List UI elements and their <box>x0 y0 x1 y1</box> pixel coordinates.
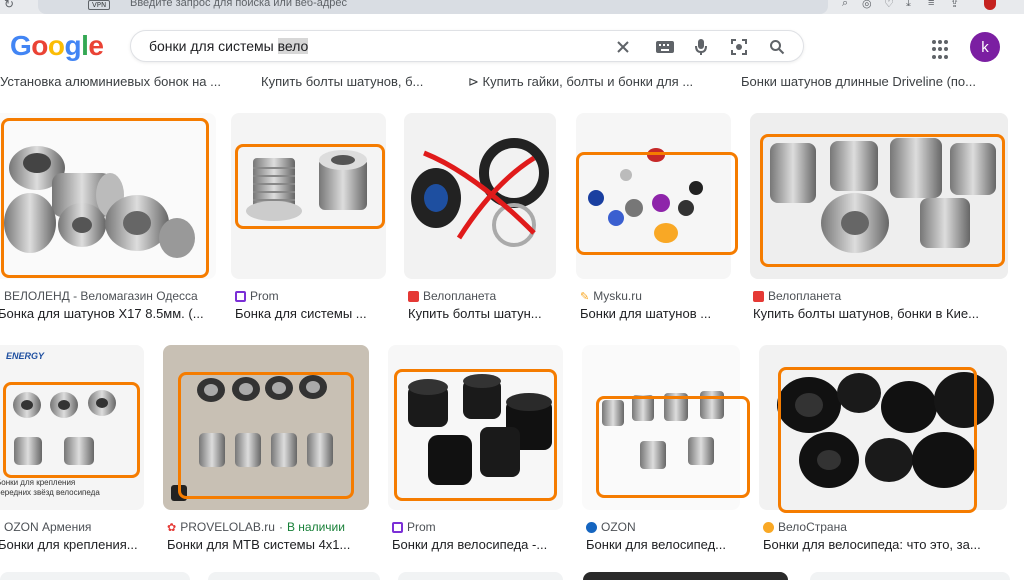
result-source[interactable]: ВелоСтрана <box>763 520 847 534</box>
result-title[interactable]: Бонки для крепления... <box>0 537 148 552</box>
result-title[interactable]: Установка алюминиевых бонок на ... <box>0 74 240 89</box>
microphone-icon[interactable] <box>689 35 713 59</box>
result-thumbnail[interactable] <box>583 572 788 580</box>
result-source[interactable]: ВЕЛОЛЕНД - Веломагазин Одесса <box>4 289 198 303</box>
highlight-box <box>394 369 557 501</box>
search-box[interactable]: бонки для системы вело <box>130 30 804 62</box>
result-source[interactable]: ✿ PROVELOLAB.ru · В наличии <box>167 520 345 534</box>
browser-toolbar: ↻ VPN Введите запрос для поиска или веб-… <box>0 0 1024 14</box>
highlight-box <box>778 367 977 513</box>
omnibox[interactable]: VPN Введите запрос для поиска или веб-ад… <box>38 0 828 14</box>
prom-icon <box>392 521 403 533</box>
gear-icon: ✿ <box>167 521 177 534</box>
ozon-icon <box>586 521 597 533</box>
heart-icon[interactable]: ♡ <box>884 0 894 10</box>
logo-letter: G <box>10 30 32 61</box>
google-logo[interactable]: Google <box>10 30 104 62</box>
prom-icon <box>235 290 246 302</box>
avatar[interactable]: k <box>970 32 1000 62</box>
image-caption: Бонки для крепления <box>0 478 75 487</box>
velostrana-icon <box>763 521 774 533</box>
omnibox-placeholder: Введите запрос для поиска или веб-адрес <box>130 0 348 9</box>
velo-planeta-icon <box>408 290 419 302</box>
search-input[interactable]: бонки для системы вело <box>149 38 309 54</box>
logo-letter: e <box>88 30 104 61</box>
image-caption: передних звёзд велосипеда <box>0 488 100 497</box>
google-apps-icon[interactable] <box>932 40 952 60</box>
result-source[interactable]: ✎ Mysku.ru <box>580 289 642 303</box>
result-source[interactable]: OZON Армения <box>4 520 91 534</box>
logo-letter: o <box>47 30 65 61</box>
menu-icon[interactable]: ≡ <box>928 0 934 9</box>
highlight-box <box>178 372 354 499</box>
result-title[interactable]: Купить болты шатунов, бонки в Кие... <box>753 306 1013 321</box>
result-thumbnail[interactable] <box>208 572 380 580</box>
result-thumbnail[interactable] <box>404 113 556 279</box>
result-title[interactable]: Бонка для шатунов X17 8.5мм. (... <box>0 306 214 321</box>
result-title[interactable]: Купить болты шатун... <box>408 306 558 321</box>
logo-letter: o <box>31 30 48 61</box>
search-icon[interactable]: ⌕ <box>842 0 848 10</box>
reload-icon[interactable]: ↻ <box>4 0 14 11</box>
availability-badge: В наличии <box>286 520 345 534</box>
vpn-badge[interactable]: VPN <box>88 0 111 10</box>
result-title[interactable]: Бонка для системы ... <box>235 306 385 321</box>
result-title[interactable]: ⊳ Купить гайки, болты и бонки для ... <box>468 74 718 90</box>
result-title[interactable]: Бонки шатунов длинные Driveline (по... <box>741 74 1024 89</box>
result-thumbnail[interactable] <box>0 572 190 580</box>
result-source[interactable]: Велопланета <box>408 289 496 303</box>
result-title[interactable]: Бонки для велосипеда: что это, за... <box>763 537 1013 552</box>
clear-icon[interactable] <box>611 35 635 59</box>
result-thumbnail[interactable] <box>398 572 563 580</box>
download-icon[interactable]: ⤓ <box>906 0 911 10</box>
highlight-box <box>760 134 1005 267</box>
result-source[interactable]: Велопланета <box>753 289 841 303</box>
result-title[interactable]: Бонки для МТВ системы 4х1... <box>167 537 372 552</box>
google-header: Google бонки для системы вело <box>0 14 1024 68</box>
share-icon[interactable]: ⇪ <box>950 0 959 10</box>
result-title[interactable]: Бонки для шатунов ... <box>580 306 730 321</box>
highlight-box <box>1 118 209 278</box>
result-title[interactable]: Купить болты шатунов, б... <box>261 74 461 89</box>
browser-profile-icon[interactable] <box>984 0 996 10</box>
result-title[interactable]: Бонки для велосипед... <box>586 537 741 552</box>
velo-planeta-icon <box>753 290 764 302</box>
highlight-box <box>235 144 385 229</box>
lens-icon[interactable] <box>727 35 751 59</box>
camera-icon[interactable]: ◎ <box>862 0 872 10</box>
search-icon[interactable] <box>765 35 789 59</box>
result-source[interactable]: OZON <box>586 520 636 534</box>
logo-letter: l <box>81 30 89 61</box>
highlight-box <box>596 396 750 498</box>
result-source[interactable]: Prom <box>235 289 279 303</box>
pencil-icon: ✎ <box>580 290 590 303</box>
energy-logo: ENERGY <box>6 351 45 361</box>
keyboard-icon[interactable] <box>653 35 677 59</box>
result-thumbnail[interactable] <box>810 572 1010 580</box>
logo-letter: g <box>64 30 82 61</box>
highlight-box <box>576 152 738 255</box>
result-source[interactable]: Prom <box>392 520 436 534</box>
result-title[interactable]: Бонки для велосипеда -... <box>392 537 567 552</box>
highlight-box <box>3 382 140 478</box>
